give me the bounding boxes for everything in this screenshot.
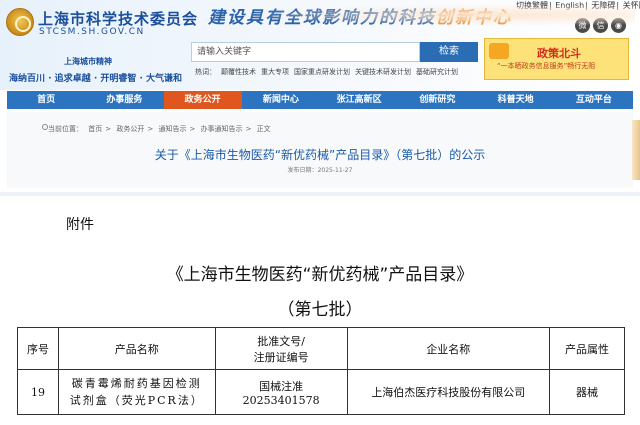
approval-line1: 国械注准	[259, 379, 304, 393]
slogan-tail: 创新中心	[436, 8, 512, 28]
document-batch: （第七批）	[277, 300, 363, 320]
header-attribute: 产品属性	[549, 327, 625, 370]
product-name-line1: 碳青霉烯耐药基因检测	[71, 377, 202, 390]
header-approval-line2: 注册证编号	[253, 350, 309, 364]
city-spirit-title: 上海城市精神	[64, 57, 112, 66]
hot-term[interactable]: 国家重点研发计划	[294, 68, 350, 76]
header-no: 序号	[17, 327, 59, 370]
nav-zhangjiang[interactable]: 张江高新区	[320, 91, 398, 109]
hot-term[interactable]: 基础研究计划	[416, 68, 458, 76]
breadcrumb-item[interactable]: 通知告示	[158, 125, 186, 133]
hot-label: 热词：	[195, 68, 216, 76]
search-input[interactable]: 请输入关键字	[191, 42, 420, 62]
nav-home[interactable]: 首页	[7, 91, 85, 109]
date-value: 2025-11-27	[317, 167, 353, 174]
breadcrumb-separator: >	[105, 125, 112, 133]
product-table: 序号 产品名称 批准文号/注册证编号 企业名称 产品属性 19 碳青霉烯耐药基因…	[17, 327, 625, 415]
hot-term[interactable]: 关键技术研发计划	[355, 68, 411, 76]
weibo-icon[interactable]: 微	[575, 18, 590, 33]
banner-slogan: 建设具有全球影响力的科技创新中心	[208, 3, 512, 28]
search-button[interactable]: 检索	[420, 42, 478, 62]
breadcrumb-separator: >	[147, 125, 154, 133]
main-nav: 首页 办事服务 政务公开 新闻中心 张江高新区 创新研究 科普天地 互动平台	[7, 91, 633, 109]
city-spirit-text: 海纳百川 · 追求卓越 · 开明睿智 · 大气谦和	[9, 74, 183, 84]
promo-title: 政策北斗	[537, 47, 581, 60]
nav-interaction[interactable]: 互动平台	[555, 91, 633, 109]
cell-product-name: 碳青霉烯耐药基因检测 试剂盒（荧光PCR法）	[57, 369, 216, 415]
breadcrumb-label: 当前位置：	[48, 125, 83, 133]
link-accessibility[interactable]: 无障碍	[591, 1, 615, 10]
cell-approval-no: 国械注准 20253401578	[214, 369, 348, 415]
nav-gov-affairs[interactable]: 政务公开	[163, 91, 242, 109]
social-icons: 微信 ◉	[572, 13, 626, 33]
breadcrumb: 当前位置： 首页 > 政务公开 > 通知告示 > 办事通知告示 > 正文	[48, 124, 274, 134]
site-banner: 上海市科学技术委员会 STCSM.SH.GOV.CN 建设具有全球影响力的科技创…	[0, 0, 640, 90]
hot-term[interactable]: 颠覆性技术	[221, 68, 256, 76]
page: 上海市科学技术委员会 STCSM.SH.GOV.CN 建设具有全球影响力的科技创…	[0, 0, 640, 425]
nav-news[interactable]: 新闻中心	[242, 91, 320, 109]
cell-no: 19	[17, 369, 59, 415]
emblem-icon[interactable]	[6, 8, 34, 36]
slogan-main: 建设具有全球影响力的科技	[208, 8, 436, 28]
header-approval-line1: 批准文号/	[257, 334, 305, 348]
link-english[interactable]: English	[555, 1, 584, 10]
breadcrumb-separator: >	[189, 125, 196, 133]
document-title: 《上海市生物医药“新优药械”产品目录》	[166, 265, 474, 285]
page-title: 关于《上海市生物医药“新优药械”产品目录》（第七批）的公示	[154, 148, 486, 162]
hot-term[interactable]: 重大专项	[261, 68, 289, 76]
header-approval-no: 批准文号/注册证编号	[214, 327, 348, 370]
nav-science-pop[interactable]: 科普天地	[477, 91, 555, 109]
product-name-line2: 试剂盒（荧光PCR法）	[69, 394, 204, 407]
policy-promo-banner[interactable]: 政策北斗 “一本晒政务信息服务”畅行无阻	[484, 38, 629, 80]
date-label: 发布日期：	[287, 167, 318, 174]
cell-attribute: 器械	[549, 369, 625, 415]
wechat-icon[interactable]: 信	[593, 18, 608, 33]
breadcrumb-item[interactable]: 首页	[88, 125, 102, 133]
top-links: 切换繁體| English| 无障碍| 关怀版	[515, 0, 640, 11]
nav-research[interactable]: 创新研究	[398, 91, 476, 109]
site-domain: STCSM.SH.GOV.CN	[39, 27, 145, 37]
publish-date: 发布日期：2025-11-27	[0, 165, 640, 174]
app-icon[interactable]: ◉	[611, 18, 626, 33]
header-company: 企业名称	[346, 327, 551, 370]
hot-terms: 热词： 颠覆性技术 重大专项 国家重点研发计划 关键技术研发计划 基础研究计划	[195, 67, 463, 77]
nav-services[interactable]: 办事服务	[85, 91, 163, 109]
breadcrumb-item[interactable]: 办事通知告示	[201, 125, 243, 133]
site-logo-title[interactable]: 上海市科学技术委员会	[38, 8, 198, 29]
breadcrumb-item[interactable]: 政务公开	[116, 125, 144, 133]
link-traditional[interactable]: 切换繁體	[516, 1, 548, 10]
approval-line2: 20253401578	[242, 393, 320, 407]
breadcrumb-current: 正文	[256, 125, 271, 133]
breadcrumb-separator: >	[245, 125, 252, 133]
link-care-mode[interactable]: 关怀版	[623, 1, 640, 10]
cell-company: 上海伯杰医疗科技股份有限公司	[346, 369, 551, 415]
table-row: 19 碳青霉烯耐药基因检测 试剂盒（荧光PCR法） 国械注准 20253401578…	[17, 369, 625, 415]
header-product-name: 产品名称	[57, 327, 216, 370]
promo-subtitle: “一本晒政务信息服务”畅行无阻	[497, 62, 596, 70]
attachment-label: 附件	[66, 217, 94, 233]
table-header-row: 序号 产品名称 批准文号/注册证编号 企业名称 产品属性	[17, 327, 625, 370]
